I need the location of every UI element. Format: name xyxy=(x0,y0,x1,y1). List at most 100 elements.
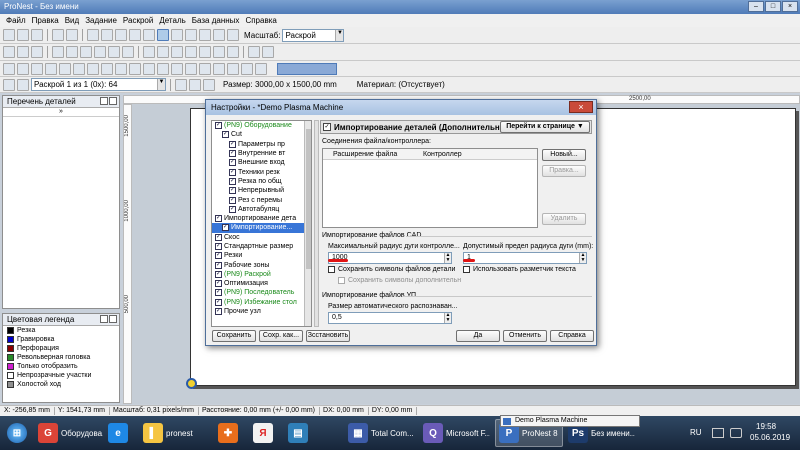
rotate-icon[interactable] xyxy=(66,46,78,58)
network-icon[interactable] xyxy=(712,428,724,438)
taskbar-item[interactable]: e xyxy=(105,419,135,447)
export-icon[interactable] xyxy=(129,29,141,41)
mirror-icon[interactable] xyxy=(80,46,92,58)
help-button[interactable]: Справка xyxy=(550,330,594,342)
prev-nest-icon[interactable] xyxy=(3,78,15,91)
taskbar-item[interactable]: GОборудова... xyxy=(35,419,103,447)
expand-chevron-icon[interactable]: » xyxy=(3,108,119,117)
tool-icon[interactable] xyxy=(129,62,141,75)
zoom-in-icon[interactable] xyxy=(185,29,197,41)
spin-icon[interactable]: ▲ ▼ xyxy=(579,253,586,263)
clock-time[interactable]: 19:58 xyxy=(756,422,776,431)
tool-icon[interactable] xyxy=(143,62,155,75)
color-swatch[interactable] xyxy=(7,381,14,388)
nest-combo[interactable]: Раскрой 1 из 1 (0x): 64 ▼ xyxy=(31,78,166,91)
tool-icon[interactable] xyxy=(171,62,183,75)
tool-icon[interactable] xyxy=(157,62,169,75)
nest-tool-icon[interactable] xyxy=(175,78,187,91)
nest-tool-icon[interactable] xyxy=(189,78,201,91)
tool-icon[interactable] xyxy=(87,62,99,75)
keep-symbols-checkbox[interactable]: Сохранить символы файлов детали xyxy=(328,266,455,273)
tool-icon[interactable] xyxy=(185,62,197,75)
tree-item[interactable]: ✓ Импортирование дета xyxy=(212,214,311,223)
color-swatch[interactable] xyxy=(7,363,14,370)
tree-item[interactable]: ✓ (PN9) Избежание стол xyxy=(212,298,311,307)
color-swatch[interactable] xyxy=(7,345,14,352)
close-icon[interactable] xyxy=(109,97,117,105)
window-icon[interactable] xyxy=(171,29,183,41)
move-icon[interactable] xyxy=(52,46,64,58)
new-file-icon[interactable] xyxy=(3,29,15,41)
spin-icon[interactable]: ▲ ▼ xyxy=(444,253,451,263)
tool-icon[interactable] xyxy=(227,62,239,75)
restore-button[interactable]: Зсстановить xyxy=(306,330,350,342)
goto-page-button[interactable]: Перейти к странице ▼ xyxy=(500,121,590,133)
open-folder-icon[interactable] xyxy=(17,29,29,41)
parts-icon[interactable] xyxy=(87,29,99,41)
tree-item[interactable]: ✓ Автотабуляц xyxy=(212,205,311,214)
zoom-fit-icon[interactable] xyxy=(213,29,225,41)
start-button[interactable]: ⊞ xyxy=(2,419,32,447)
lead-out-icon[interactable] xyxy=(157,46,169,58)
tool-icon[interactable] xyxy=(17,62,29,75)
tree-item[interactable]: ✓ Рабочие зоны xyxy=(212,260,311,269)
close-icon[interactable] xyxy=(109,315,117,323)
zoom-window-icon[interactable] xyxy=(227,29,239,41)
file-assoc-list[interactable]: Расширение файла Контроллер xyxy=(322,148,538,228)
grid-icon[interactable] xyxy=(199,46,211,58)
select-tool-icon[interactable] xyxy=(157,29,169,41)
tool-icon[interactable] xyxy=(255,62,267,75)
tree-scroll-thumb[interactable] xyxy=(306,129,311,269)
pin-icon[interactable] xyxy=(100,315,108,323)
copy-icon[interactable] xyxy=(94,46,106,58)
scale-combo[interactable]: Раскрой ▼ xyxy=(282,28,345,42)
tree-item[interactable]: ✓ Внутренние вт xyxy=(212,149,311,158)
tree-scrollbar[interactable] xyxy=(304,121,311,326)
dialog-close-button[interactable]: × xyxy=(569,101,593,113)
tolerance-input[interactable]: 1 ▲ ▼ xyxy=(463,252,587,264)
dropdown-icon[interactable] xyxy=(262,46,274,58)
tree-item[interactable]: ✓ Оптимизация xyxy=(212,279,311,288)
edit-icon[interactable] xyxy=(115,29,127,41)
tree-item[interactable]: ✓ Внешние вход xyxy=(212,158,311,167)
tool-icon[interactable] xyxy=(101,62,113,75)
taskbar-item[interactable]: Я xyxy=(250,419,280,447)
taskbar-item[interactable]: Q Microsoft F... xyxy=(420,419,490,447)
check-icon[interactable] xyxy=(101,29,113,41)
menu-database[interactable]: База данных xyxy=(192,16,240,25)
save-button[interactable]: Сохранить xyxy=(212,330,256,342)
maximize-button[interactable]: □ xyxy=(765,1,781,12)
snap-icon[interactable] xyxy=(227,46,239,58)
tool-icon[interactable] xyxy=(45,62,57,75)
tree-item[interactable]: ✓ Импортирование... xyxy=(212,223,311,233)
input-language[interactable]: RU xyxy=(690,428,702,437)
dropdown-icon[interactable] xyxy=(185,46,197,58)
save-as-button[interactable]: Сохр. как... xyxy=(259,330,303,342)
tree-item[interactable]: ✓ (PN9) Оборудование xyxy=(212,121,311,130)
tool-icon[interactable] xyxy=(3,46,15,58)
zoom-out-icon[interactable] xyxy=(199,29,211,41)
tree-item[interactable]: ✓ Непрерывный xyxy=(212,186,311,195)
menu-view[interactable]: Вид xyxy=(65,16,79,25)
tree-item[interactable]: ✓ Резка по общ xyxy=(212,177,311,186)
col-controller[interactable]: Контроллер xyxy=(423,151,462,158)
nest-tool-icon[interactable] xyxy=(203,78,215,91)
tool-icon[interactable] xyxy=(241,62,253,75)
max-radius-input[interactable]: 1000 ▲ ▼ xyxy=(328,252,452,264)
array-icon[interactable] xyxy=(108,46,120,58)
highlight-field[interactable] xyxy=(277,62,337,75)
minimize-button[interactable]: – xyxy=(748,1,764,12)
preview-icon[interactable] xyxy=(66,29,78,41)
tool-icon[interactable] xyxy=(31,46,43,58)
tree-item[interactable]: ✓ Скос xyxy=(212,233,311,242)
ok-button[interactable]: Да xyxy=(456,330,500,342)
volume-icon[interactable] xyxy=(730,428,742,438)
tree-item[interactable]: ✓ Техники резк xyxy=(212,167,311,176)
print-icon[interactable] xyxy=(52,29,64,41)
tree-item[interactable]: ✓ Резки xyxy=(212,251,311,260)
tool-icon[interactable] xyxy=(3,62,15,75)
tool-icon[interactable] xyxy=(17,46,29,58)
taskbar-item[interactable]: ▦ Total Com... xyxy=(345,419,415,447)
tree-item[interactable]: ✓ (PN9) Раскрой xyxy=(212,270,311,279)
tree-item[interactable]: ✓ Параметры пр xyxy=(212,140,311,149)
